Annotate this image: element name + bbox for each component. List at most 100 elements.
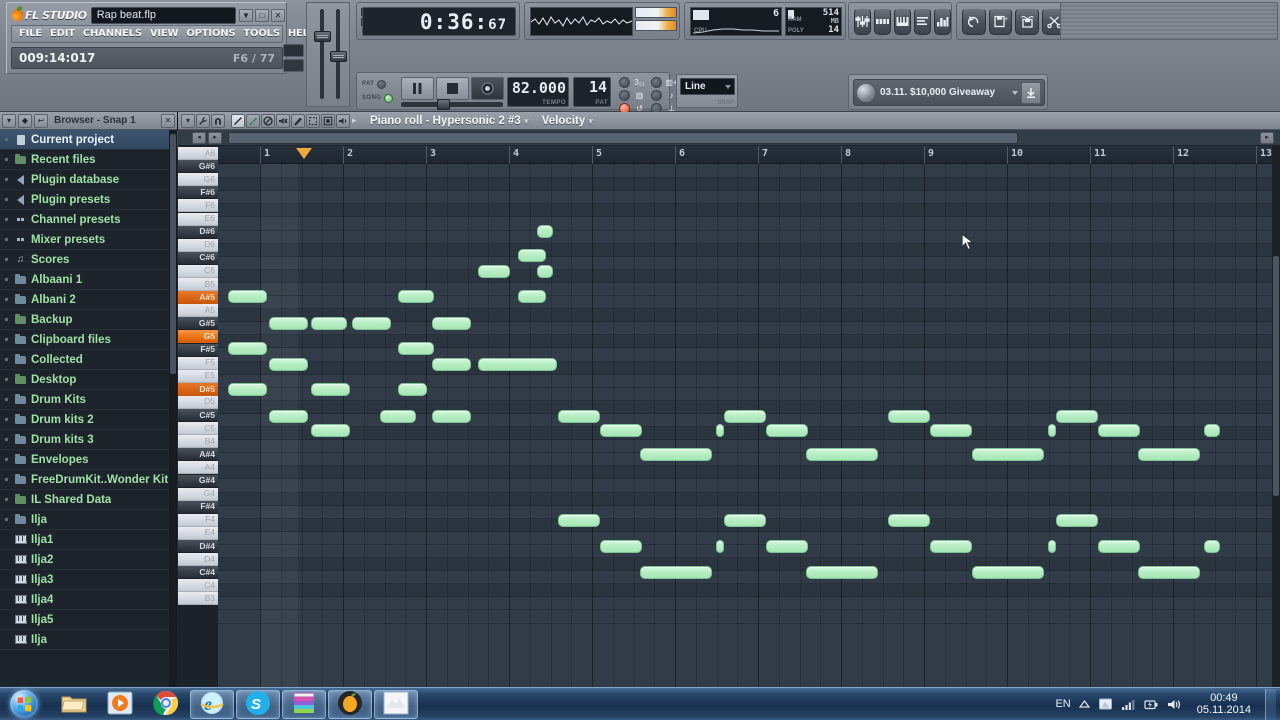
piano-key-As5[interactable]: A#5 — [178, 291, 218, 305]
expand-arrow-icon[interactable] — [5, 418, 8, 421]
step-sequencer-icon[interactable] — [874, 7, 891, 35]
count-in-led[interactable] — [619, 77, 630, 88]
wait-led[interactable] — [619, 90, 630, 101]
note-block[interactable] — [432, 317, 471, 330]
taskbar-media-player-button[interactable] — [98, 690, 142, 719]
magnet-icon[interactable] — [211, 113, 225, 128]
oscilloscope[interactable] — [530, 7, 633, 36]
mixer-icon[interactable] — [854, 7, 871, 35]
piano-key-C5[interactable]: C5 — [178, 422, 218, 436]
piano-roll-icon[interactable] — [894, 7, 911, 35]
bar-ruler[interactable]: 1 2 3 4 5 6 7 8 9 10 11 12 13 — [218, 146, 1272, 164]
taskbar-explorer-button[interactable] — [52, 690, 96, 719]
note-block[interactable] — [1138, 448, 1200, 461]
browser-item-il-shared-data[interactable]: IL Shared Data — [0, 490, 178, 510]
taskbar-skype-button[interactable]: S — [236, 689, 280, 719]
piano-key-G4[interactable]: G4 — [178, 487, 218, 501]
piano-key-C4[interactable]: C4 — [178, 579, 218, 593]
blend-notes-led[interactable] — [651, 90, 662, 101]
piano-key-Cs6[interactable]: C#6 — [178, 251, 218, 265]
browser-item-plugin-presets[interactable]: Plugin presets — [0, 190, 178, 210]
browser-item-current-project[interactable]: Current project — [0, 130, 178, 150]
piano-key-G5[interactable]: G5 — [178, 330, 218, 344]
piano-roll-expand-icon[interactable]: ▸ — [352, 115, 362, 126]
stop-button[interactable] — [436, 77, 469, 100]
note-block[interactable] — [600, 540, 642, 553]
browser-item-channel-presets[interactable]: Channel presets — [0, 210, 178, 230]
piano-key-F5[interactable]: F5 — [178, 356, 218, 370]
note-block[interactable] — [806, 566, 878, 579]
browser-item-freedrumkit-wonder-kit[interactable]: FreeDrumKit..Wonder Kit — [0, 470, 178, 490]
pattern-display[interactable]: 14 PAT — [573, 77, 611, 107]
fader-slot-1[interactable] — [314, 9, 331, 99]
browser-item-plugin-database[interactable]: Plugin database — [0, 170, 178, 190]
start-button[interactable] — [0, 689, 48, 720]
save-as-icon[interactable]: + — [988, 7, 1013, 35]
browser-item-mixer-presets[interactable]: Mixer presets — [0, 230, 178, 250]
note-block[interactable] — [478, 358, 557, 371]
note-block[interactable] — [311, 424, 350, 437]
expand-arrow-icon[interactable] — [5, 158, 8, 161]
note-block[interactable] — [1048, 424, 1056, 437]
time-display[interactable]: 0:36:67 — [362, 7, 516, 36]
note-block[interactable] — [228, 383, 267, 396]
expand-arrow-icon[interactable] — [5, 318, 8, 321]
browser-menu-icon[interactable]: ▾ — [2, 113, 16, 128]
piano-roll-control-menu[interactable]: Velocity — [542, 115, 585, 127]
piano-key-Fs6[interactable]: F#6 — [178, 186, 218, 200]
browser-item-ilja[interactable]: Ilja — [0, 630, 178, 650]
control-dropdown-icon[interactable]: ▾ — [588, 116, 593, 126]
note-block[interactable] — [1056, 514, 1098, 527]
note-block[interactable] — [1204, 424, 1220, 437]
browser-item-drum-kits[interactable]: Drum Kits — [0, 390, 178, 410]
piano-key-Gs5[interactable]: G#5 — [178, 317, 218, 331]
expand-arrow-icon[interactable] — [5, 338, 8, 341]
piano-key-C6[interactable]: C6 — [178, 264, 218, 278]
piano-key-B5[interactable]: B5 — [178, 278, 218, 292]
expand-arrow-icon[interactable] — [5, 278, 8, 281]
browser-icon[interactable] — [934, 7, 951, 35]
pause-button[interactable] — [401, 77, 434, 100]
show-desktop-button[interactable] — [1265, 688, 1276, 720]
scroll-left-icon[interactable]: ◂ — [192, 132, 206, 144]
playlist-icon[interactable] — [914, 7, 931, 35]
note-block[interactable] — [766, 424, 808, 437]
browser-scrollbar[interactable] — [169, 130, 177, 687]
piano-key-A6[interactable]: A6 — [178, 147, 218, 161]
toggle-count-in[interactable]: 3₂₁ — [619, 77, 647, 88]
piano-key-A5[interactable]: A5 — [178, 304, 218, 318]
maximize-icon[interactable]: □ — [255, 8, 269, 22]
browser-item-envelopes[interactable]: Envelopes — [0, 450, 178, 470]
undo-icon[interactable] — [962, 7, 986, 35]
fader-slot-2[interactable] — [330, 9, 347, 99]
minimize-icon[interactable]: ▼ — [239, 8, 253, 22]
note-block[interactable] — [228, 290, 267, 303]
note-block[interactable] — [558, 514, 600, 527]
expand-arrow-icon[interactable] — [5, 258, 8, 261]
browser-item-scores[interactable]: ♫ Scores — [0, 250, 178, 270]
note-block[interactable] — [558, 410, 600, 423]
select-icon[interactable] — [306, 113, 320, 128]
expand-arrow-icon[interactable] — [5, 478, 8, 481]
browser-item-ilja3[interactable]: Ilja3 — [0, 570, 178, 590]
expand-arrow-icon[interactable] — [5, 198, 8, 201]
fader-handle-1[interactable] — [314, 31, 331, 42]
note-block[interactable] — [888, 514, 930, 527]
note-block[interactable] — [380, 410, 416, 423]
piano-key-F4[interactable]: F4 — [178, 513, 218, 527]
note-block[interactable] — [478, 265, 510, 278]
note-block[interactable] — [269, 358, 308, 371]
note-block[interactable] — [1048, 540, 1056, 553]
scroll-right-icon[interactable]: ▸ — [208, 132, 222, 144]
metronome-led[interactable] — [651, 77, 662, 88]
piano-key-Fs5[interactable]: F#5 — [178, 343, 218, 357]
note-block[interactable] — [269, 317, 308, 330]
browser-item-ilja[interactable]: Ilja — [0, 510, 178, 530]
note-block[interactable] — [537, 225, 553, 238]
piano-key-Ds4[interactable]: D#4 — [178, 540, 218, 554]
song-mode-row[interactable]: SONG — [362, 92, 396, 104]
project-title-field[interactable]: Rap beat.flp — [90, 6, 236, 24]
piano-key-F6[interactable]: F6 — [178, 199, 218, 213]
menu-item-tools[interactable]: TOOLS — [239, 26, 283, 42]
piano-key-A4[interactable]: A4 — [178, 461, 218, 475]
